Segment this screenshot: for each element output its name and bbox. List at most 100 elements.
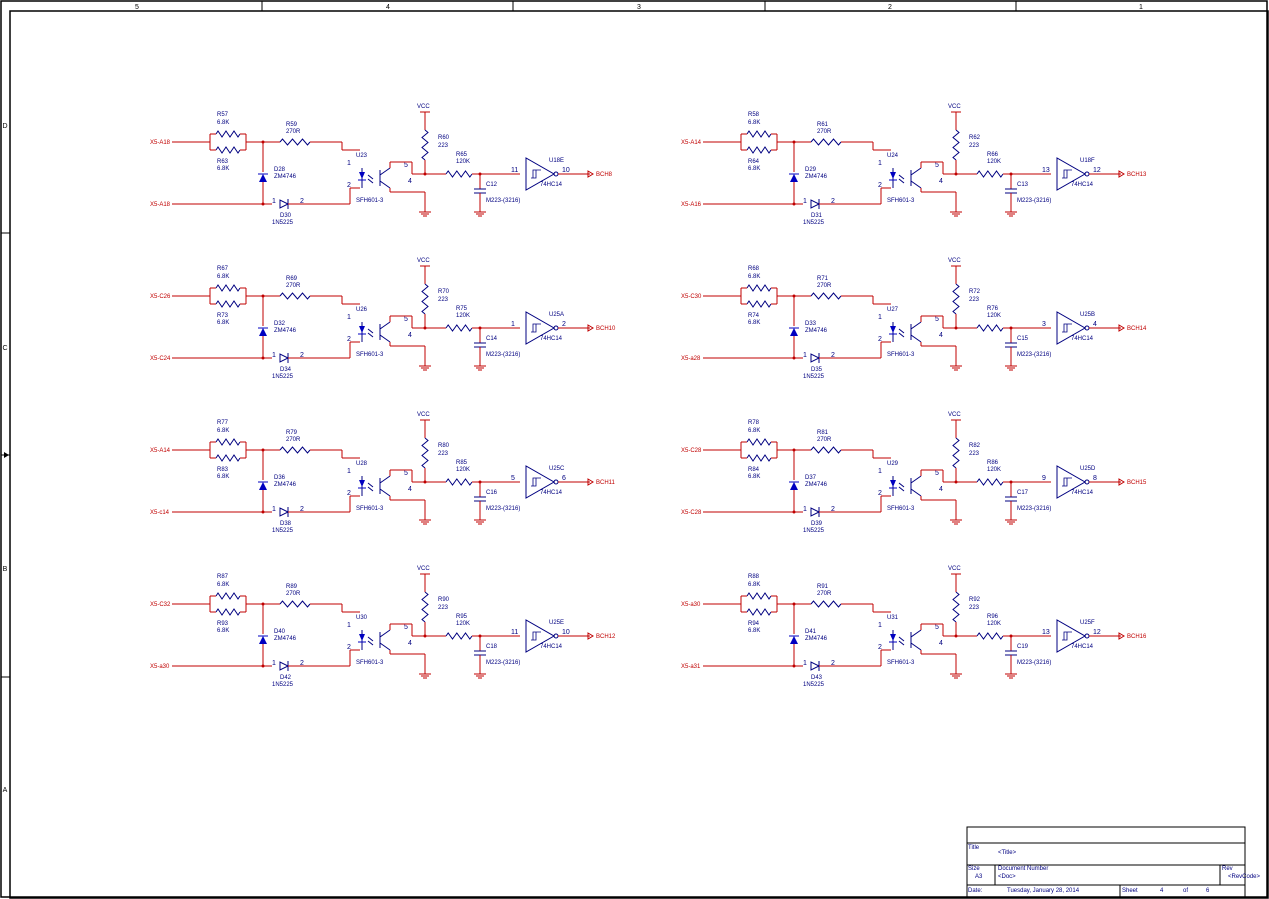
zener-ref: D32	[274, 321, 286, 327]
opto-pin-2: 2	[878, 336, 882, 343]
zener-diode-icon	[790, 636, 798, 644]
resistor-b-value: 6.8K	[217, 320, 229, 326]
filter-resistor-value: 120K	[456, 313, 470, 319]
filter-resistor	[445, 632, 473, 640]
zener-diode-icon	[790, 174, 798, 182]
resistor	[215, 438, 241, 446]
light-arrow	[898, 486, 905, 492]
sheet-label: Sheet	[1122, 888, 1138, 894]
series-resistor-ref: R61	[817, 122, 829, 128]
resistor-b-ref: R73	[217, 313, 229, 319]
resistor-b-value: 6.8K	[217, 474, 229, 480]
capacitor-value: M223-(3216)	[1017, 352, 1051, 358]
gate-ref: U25E	[549, 620, 564, 626]
input-net-label-b: X5-A16	[681, 202, 702, 208]
gate-ref: U25C	[549, 466, 565, 472]
diode-icon	[279, 199, 290, 209]
zener-value: ZM4746	[274, 174, 297, 180]
hysteresis-icon	[1062, 169, 1072, 179]
resistor-a-value: 6.8K	[748, 428, 760, 434]
opto-pin-4: 4	[939, 332, 943, 339]
junction-dot	[954, 326, 958, 330]
led-icon	[890, 326, 896, 333]
phototransistor-collector	[910, 475, 922, 484]
resistor-b-ref: R63	[217, 159, 229, 165]
led-icon	[890, 480, 896, 487]
gate-value: 74HC14	[1071, 644, 1094, 650]
diode-ref: D42	[280, 675, 292, 681]
resistor-a-value: 6.8K	[217, 274, 229, 280]
vcc-label: VCC	[417, 104, 430, 110]
opto-pin-5: 5	[935, 624, 939, 631]
gate-input-pin: 3	[1042, 321, 1046, 328]
phototransistor-emitter	[910, 334, 922, 343]
capacitor-value: M223-(3216)	[486, 660, 520, 666]
opto-pin-4: 4	[408, 332, 412, 339]
zener-ref: D41	[805, 629, 817, 635]
filter-resistor	[976, 478, 1004, 486]
sheet-of-label: of	[1183, 888, 1188, 894]
zener-diode-icon	[790, 328, 798, 336]
pullup-value: 223	[969, 297, 980, 303]
junction-dot	[792, 356, 796, 360]
led-icon	[359, 172, 365, 179]
hysteresis-icon	[531, 323, 541, 333]
hysteresis-icon	[1062, 631, 1072, 641]
gate-output-pin: 2	[562, 321, 566, 328]
light-arrow	[898, 636, 905, 642]
size-value: A3	[975, 874, 983, 880]
diode-ref: D30	[280, 213, 292, 219]
zener-diode-icon	[259, 174, 267, 182]
gate-ref: U25B	[1080, 312, 1095, 318]
series-resistor-ref: R91	[817, 584, 829, 590]
resistor	[810, 138, 842, 146]
gate-ref: U25A	[549, 312, 564, 318]
opto-ref: U28	[356, 461, 368, 467]
date-value: Tuesday, January 28, 2014	[1007, 888, 1080, 894]
zener-ref: D28	[274, 167, 286, 173]
vcc-label: VCC	[417, 566, 430, 572]
capacitor-ref: C12	[486, 182, 498, 188]
resistor-b-ref: R83	[217, 467, 229, 473]
opto-pin-2: 2	[347, 182, 351, 189]
pullup-value: 223	[438, 143, 449, 149]
resistor-a-value: 6.8K	[217, 428, 229, 434]
row-label-a: A	[3, 787, 8, 794]
series-resistor-value: 270R	[286, 437, 301, 443]
series-resistor-ref: R59	[286, 122, 298, 128]
title-value: <Title>	[998, 850, 1017, 856]
phototransistor-emitter	[379, 488, 391, 497]
opto-value: SFH601-3	[887, 660, 915, 666]
diode-value: 1N5225	[803, 220, 825, 226]
resistor	[746, 300, 772, 308]
opto-pin-4: 4	[408, 178, 412, 185]
capacitor-value: M223-(3216)	[1017, 660, 1051, 666]
capacitor-ref: C17	[1017, 490, 1029, 496]
input-net-label-a: X5-A14	[150, 448, 171, 454]
gate-input-pin: 5	[511, 475, 515, 482]
series-resistor-ref: R81	[817, 430, 829, 436]
junction-dot	[261, 202, 265, 206]
light-arrow	[367, 328, 374, 334]
column-label-5: 5	[135, 4, 139, 11]
hysteresis-icon	[1062, 477, 1072, 487]
opto-pin-5: 5	[404, 470, 408, 477]
series-resistor-value: 270R	[817, 437, 832, 443]
opto-input-channel: X5-a30X5-a31R886.8KR946.8KR91270RD41ZM47…	[681, 566, 1147, 688]
resistor	[746, 608, 772, 616]
resistor	[746, 130, 772, 138]
resistor	[215, 284, 241, 292]
resistor	[215, 300, 241, 308]
capacitor-ref: C19	[1017, 644, 1029, 650]
pullup-resistor	[952, 437, 960, 469]
resistor-a-ref: R78	[748, 420, 760, 426]
resistor-b-value: 6.8K	[217, 628, 229, 634]
output-net-label: BCH16	[1127, 634, 1147, 640]
resistor	[279, 138, 311, 146]
junction-dot	[261, 356, 265, 360]
input-net-label-a: X5-A14	[681, 140, 702, 146]
resistor-a-value: 6.8K	[217, 120, 229, 126]
pullup-ref: R60	[438, 135, 450, 141]
gate-value: 74HC14	[1071, 336, 1094, 342]
opto-ref: U26	[356, 307, 368, 313]
